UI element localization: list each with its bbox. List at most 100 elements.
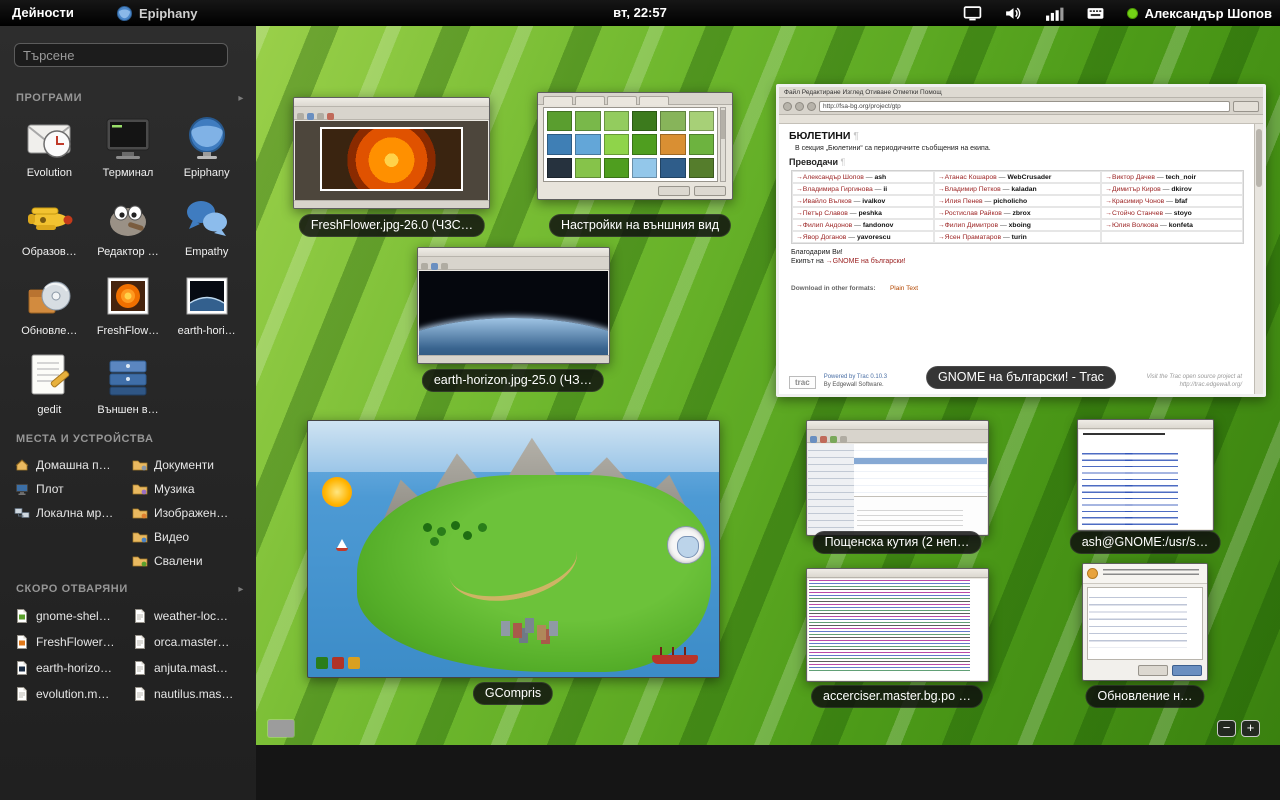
- app-label: Образов…: [10, 246, 89, 258]
- place-music[interactable]: Музика: [132, 480, 246, 497]
- pictures-folder-icon: [132, 505, 148, 521]
- app-epiphany[interactable]: Epiphany: [167, 112, 246, 179]
- window-terminal[interactable]: [1077, 419, 1214, 531]
- place-documents[interactable]: Документи: [132, 456, 246, 473]
- recent-section-header[interactable]: СКОРО ОТВАРЯНИ ▸: [16, 583, 244, 595]
- place-label: Музика: [154, 482, 195, 496]
- dialog-buttons: [658, 186, 726, 196]
- translator-link[interactable]: →Владимира Гиргинова: [796, 186, 873, 193]
- back-icon: [783, 102, 792, 111]
- app-gcompris[interactable]: Образов…: [10, 191, 89, 258]
- recent-item[interactable]: anjuta.mast…: [132, 659, 246, 676]
- app-empathy[interactable]: Empathy: [167, 191, 246, 258]
- app-gedit[interactable]: gedit: [10, 349, 89, 416]
- translator-nick: bfaf: [1164, 198, 1187, 205]
- user-menu[interactable]: Александър Шопов: [1127, 6, 1272, 21]
- translator-link[interactable]: →Илия Пенев: [938, 198, 983, 205]
- place-local-network[interactable]: Локална мр…: [14, 504, 128, 521]
- translator-nick: WebCrusader: [997, 174, 1052, 181]
- text-file-icon: [132, 660, 148, 676]
- volume-icon[interactable]: [1004, 5, 1023, 22]
- reload-icon: [807, 102, 816, 111]
- window-toolbar: [418, 257, 609, 270]
- place-label: Плот: [36, 482, 64, 496]
- window-menubar: [807, 569, 988, 578]
- recent-item[interactable]: orca.master…: [132, 633, 246, 650]
- activities-button[interactable]: Дейности: [0, 0, 86, 26]
- app-gimp[interactable]: Редактор …: [89, 191, 168, 258]
- translator-link[interactable]: →Александър Шопов: [796, 174, 864, 181]
- translator-link[interactable]: →Красимир Чонов: [1105, 198, 1164, 205]
- app-software-update[interactable]: Обновле…: [10, 270, 89, 337]
- place-video[interactable]: Видео: [132, 528, 246, 545]
- network-icon: [14, 505, 30, 521]
- translator-link[interactable]: →Ростислав Райков: [938, 210, 1002, 217]
- translator-nick: stoyo: [1163, 210, 1192, 217]
- place-pictures[interactable]: Изображен…: [132, 504, 246, 521]
- app-label: Empathy: [167, 246, 246, 258]
- recent-item[interactable]: weather-loc…: [132, 607, 246, 624]
- translator-link[interactable]: →Виктор Дачев: [1105, 174, 1155, 181]
- app-terminal[interactable]: Терминал: [89, 112, 168, 179]
- url-bar: http://fsa-bg.org/project/gtp: [819, 101, 1230, 112]
- places-list: Домашна п… Документи Плот Музика Локална…: [14, 456, 246, 569]
- expander-arrow-icon[interactable]: ▸: [238, 584, 244, 595]
- programs-section-header[interactable]: ПРОГРАМИ ▸: [16, 92, 244, 104]
- translator-link[interactable]: →Стойчо Станчев: [1105, 210, 1163, 217]
- window-statusbar: [418, 355, 609, 363]
- recent-item[interactable]: earth-horizo…: [14, 659, 128, 676]
- search-input[interactable]: [14, 43, 228, 67]
- window-software-update[interactable]: [1082, 563, 1208, 681]
- keyboard-icon[interactable]: [1086, 5, 1105, 22]
- window-toolbar: [294, 107, 489, 120]
- place-home[interactable]: Домашна п…: [14, 456, 128, 473]
- display-icon[interactable]: [963, 5, 982, 22]
- translator-link[interactable]: →Димитър Киров: [1105, 186, 1161, 193]
- translator-link[interactable]: →Филип Димитров: [938, 222, 998, 229]
- zoom-in-button[interactable]: +: [1241, 720, 1260, 737]
- window-appearance-settings[interactable]: [537, 92, 733, 200]
- focused-app-menu[interactable]: Epiphany: [116, 0, 198, 26]
- window-trac-browser[interactable]: Файл Редактиране Изглед Отиване Отметки …: [776, 84, 1266, 397]
- window-freshflower[interactable]: [293, 97, 490, 209]
- window-earth-horizon[interactable]: [417, 247, 610, 364]
- dialog-button: [694, 186, 726, 196]
- translator-link[interactable]: →Владимир Петков: [938, 186, 1001, 193]
- recent-item[interactable]: gnome-shel…: [14, 607, 128, 624]
- window-evolution-mail[interactable]: [806, 420, 989, 536]
- sun-icon: [322, 477, 352, 507]
- window-gcompris[interactable]: [307, 420, 720, 678]
- gnome-bg-link[interactable]: →GNOME на български!: [826, 258, 906, 265]
- tab: [543, 96, 573, 105]
- place-label: Изображен…: [154, 506, 228, 520]
- window-menubar: [294, 98, 489, 107]
- network-signal-icon[interactable]: [1045, 5, 1064, 22]
- browser-toolbar: http://fsa-bg.org/project/gtp: [779, 98, 1263, 115]
- translator-link[interactable]: →Филип Андонов: [796, 222, 852, 229]
- translator-link[interactable]: →Ясен Праматаров: [938, 234, 1001, 241]
- plain-text-link[interactable]: Plain Text: [890, 285, 918, 292]
- window-vim-po-file[interactable]: [806, 568, 989, 682]
- place-desktop[interactable]: Плот: [14, 480, 128, 497]
- workspace-thumbnail[interactable]: [268, 720, 294, 737]
- recent-item[interactable]: evolution.m…: [14, 685, 128, 702]
- recent-item[interactable]: FreshFlower…: [14, 633, 128, 650]
- translator-link[interactable]: →Петър Славов: [796, 210, 848, 217]
- app-freshflower-image[interactable]: FreshFlow…: [89, 270, 168, 337]
- translator-link[interactable]: →Ивайло Вълков: [796, 198, 852, 205]
- place-downloads[interactable]: Свалени: [132, 552, 246, 569]
- app-appearance[interactable]: Външен в…: [89, 349, 168, 416]
- translator-nick: xboing: [998, 222, 1031, 229]
- recent-item[interactable]: nautilus.mas…: [132, 685, 246, 702]
- translator-link[interactable]: →Атанас Кошаров: [938, 174, 997, 181]
- expander-arrow-icon[interactable]: ▸: [238, 93, 244, 104]
- zoom-out-button[interactable]: −: [1217, 720, 1236, 737]
- window-title-earth: earth-horizon.jpg-25.0 (ЧЗ…: [422, 369, 604, 392]
- app-earth-image[interactable]: earth-hori…: [167, 270, 246, 337]
- translator-link[interactable]: →Юлия Волкова: [1105, 222, 1158, 229]
- window-toolbar: [807, 430, 988, 443]
- translator-link[interactable]: →Явор Доганов: [796, 234, 846, 241]
- app-evolution[interactable]: Evolution: [10, 112, 89, 179]
- translator-nick: zbrox: [1002, 210, 1031, 217]
- clock[interactable]: вт, 22:57: [613, 0, 667, 26]
